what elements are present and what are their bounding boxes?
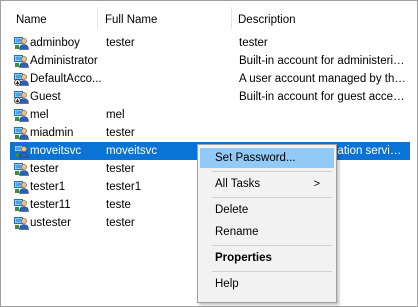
user-icon (14, 180, 29, 194)
user-name: tester11 (30, 199, 71, 211)
column-divider[interactable] (231, 7, 232, 29)
menu-item-properties[interactable]: Properties (200, 248, 334, 268)
user-full-name (106, 70, 226, 88)
menu-separator (212, 271, 332, 272)
user-row[interactable]: Guest Built-in account for guest access t… (10, 88, 410, 106)
user-description (239, 106, 407, 124)
user-icon (14, 216, 29, 230)
user-row[interactable]: DefaultAcco... A user account managed by … (10, 70, 410, 88)
column-header-name[interactable]: Name (16, 13, 47, 27)
menu-separator (212, 245, 332, 246)
user-icon (14, 144, 29, 158)
user-row[interactable]: mel mel (10, 106, 410, 124)
user-name: DefaultAcco... (30, 73, 102, 85)
user-name: tester1 (30, 181, 66, 193)
user-description: Built-in account for administering... (239, 55, 407, 67)
user-full-name: mel (106, 109, 125, 121)
user-icon (14, 198, 29, 212)
user-full-name (106, 88, 226, 106)
menu-item-set-password[interactable]: Set Password... (200, 148, 334, 168)
user-description: tester (239, 37, 268, 49)
user-icon (14, 54, 29, 68)
user-icon (14, 108, 29, 122)
menu-separator (212, 171, 332, 172)
column-divider[interactable] (97, 7, 98, 29)
menu-item-help[interactable]: Help (200, 274, 334, 294)
user-row[interactable]: Administrator Built-in account for admini… (10, 52, 410, 70)
menu-item-label: Delete (215, 204, 249, 216)
user-icon (14, 162, 29, 176)
user-description: A user account managed by the s... (239, 73, 407, 85)
user-name: Administrator (30, 55, 98, 67)
user-full-name (106, 52, 226, 70)
list-header: Name Full Name Description (1, 1, 418, 29)
column-header-description[interactable]: Description (238, 13, 296, 27)
user-name: moveitsvc (30, 145, 82, 157)
menu-item-label: Set Password... (215, 152, 296, 164)
menu-item-delete[interactable]: Delete (200, 200, 334, 220)
user-name: miadmin (30, 127, 74, 139)
user-name: Guest (30, 91, 61, 103)
user-icon (14, 126, 29, 140)
disabled-user-icon (14, 72, 29, 86)
user-full-name: tester (106, 37, 135, 49)
menu-item-all-tasks[interactable]: All Tasks > (200, 174, 334, 194)
user-full-name: tester (106, 127, 135, 139)
disabled-user-icon (14, 90, 29, 104)
menu-item-label: Rename (215, 226, 259, 238)
user-name: tester (30, 163, 59, 175)
user-name: mel (30, 109, 49, 121)
user-row[interactable]: miadmin tester (10, 124, 410, 142)
submenu-arrow-icon: > (313, 178, 320, 190)
menu-separator (212, 197, 332, 198)
user-name: ustester (30, 217, 71, 229)
menu-item-label: Properties (215, 252, 272, 264)
user-icon (14, 36, 29, 50)
context-menu: Set Password... All Tasks > Delete Rename Pro… (197, 144, 337, 303)
menu-item-rename[interactable]: Rename (200, 222, 334, 242)
user-description (239, 124, 407, 142)
menu-item-label: Help (215, 278, 239, 290)
user-name: adminboy (30, 37, 80, 49)
menu-item-label: All Tasks (215, 178, 261, 190)
column-header-full-name[interactable]: Full Name (105, 13, 157, 27)
user-description: Built-in account for guest access t... (239, 91, 407, 103)
user-row[interactable]: adminboy tester tester (10, 34, 410, 52)
